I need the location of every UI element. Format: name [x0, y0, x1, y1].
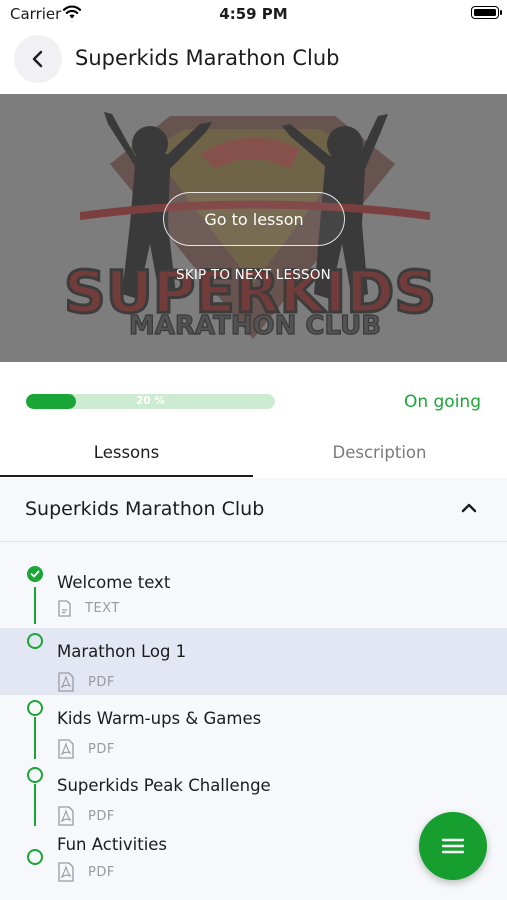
page-title: Superkids Marathon Club — [75, 46, 340, 70]
lesson-type: PDF — [88, 808, 115, 824]
lesson-title: Marathon Log 1 — [57, 642, 187, 661]
lesson-item[interactable]: Kids Warm-ups & Games PDF — [0, 695, 507, 762]
lesson-status-circle-icon — [27, 633, 43, 649]
lesson-status-circle-icon — [27, 700, 43, 716]
back-button[interactable] — [14, 35, 62, 83]
pdf-file-icon — [58, 739, 74, 759]
lesson-meta: PDF — [57, 739, 115, 759]
tab-bar: Lessons Description — [0, 427, 507, 479]
go-to-lesson-button[interactable]: Go to lesson — [163, 192, 345, 246]
lesson-title: Welcome text — [57, 573, 171, 592]
tab-lessons[interactable]: Lessons — [0, 427, 253, 477]
battery-icon — [471, 6, 502, 19]
lesson-title: Kids Warm-ups & Games — [57, 709, 262, 728]
lesson-type: PDF — [88, 741, 115, 757]
lesson-item[interactable]: Marathon Log 1 PDF — [0, 628, 507, 695]
lesson-title: Fun Activities — [57, 835, 168, 854]
status-bar: Carrier 4:59 PM — [0, 0, 507, 28]
chevron-up-icon[interactable] — [461, 502, 477, 514]
lesson-type: TEXT — [85, 601, 120, 616]
pdf-file-icon — [58, 672, 74, 692]
pdf-file-icon — [58, 806, 74, 826]
lesson-status-circle-icon — [27, 767, 43, 783]
lesson-meta: PDF — [57, 672, 115, 692]
lesson-status-circle-icon — [27, 849, 43, 865]
tab-description[interactable]: Description — [253, 427, 506, 477]
course-banner: SUPERKIDS MARATHON CLUB Go to lesson SKI… — [0, 94, 507, 362]
chevron-left-icon — [32, 50, 43, 68]
section-title: Superkids Marathon Club — [25, 498, 265, 520]
text-file-icon — [58, 600, 71, 617]
lesson-type: PDF — [88, 674, 115, 690]
menu-icon — [441, 838, 465, 854]
skip-to-next-lesson-link[interactable]: SKIP TO NEXT LESSON — [0, 267, 507, 283]
active-tab-indicator — [0, 475, 253, 477]
section-header[interactable]: Superkids Marathon Club — [0, 478, 507, 542]
lesson-meta: TEXT — [57, 600, 120, 617]
lesson-item[interactable]: Welcome text TEXT — [0, 560, 507, 627]
lesson-meta: PDF — [57, 862, 115, 882]
lesson-title: Superkids Peak Challenge — [57, 776, 271, 795]
lesson-meta: PDF — [57, 806, 115, 826]
completed-check-icon — [27, 566, 43, 582]
progress-bar: 20 % — [26, 394, 275, 409]
status-label: On going — [403, 392, 481, 412]
clock: 4:59 PM — [219, 5, 288, 23]
progress-label: 20 % — [136, 395, 165, 407]
pdf-file-icon — [58, 862, 74, 882]
nav-header: Superkids Marathon Club — [0, 28, 507, 94]
lesson-type: PDF — [88, 864, 115, 880]
menu-fab-button[interactable] — [419, 812, 487, 880]
